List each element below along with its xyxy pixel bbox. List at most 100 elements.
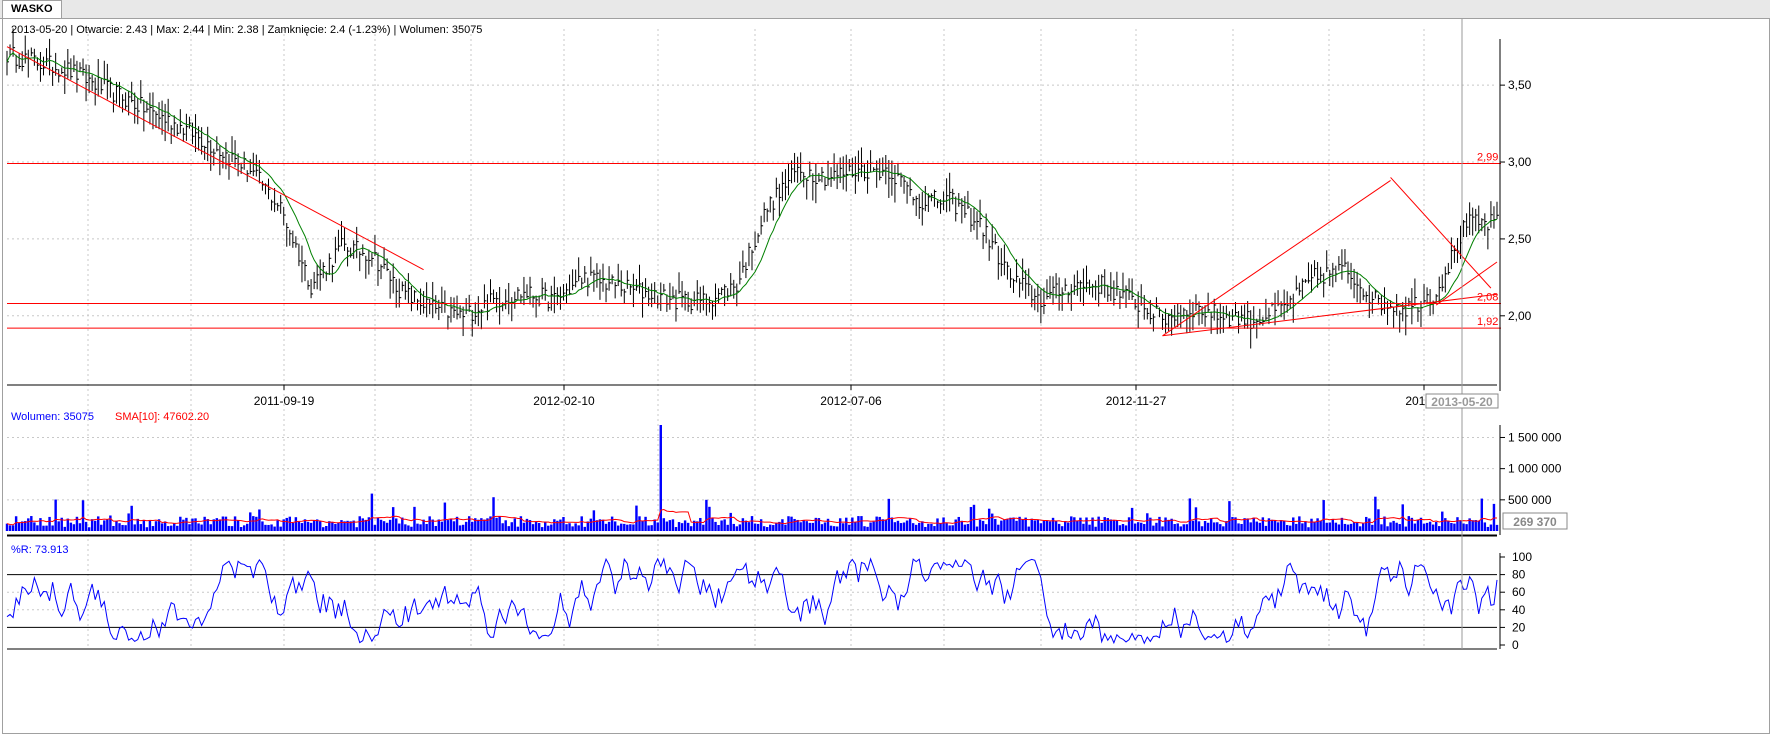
volume-bar xyxy=(1030,518,1033,531)
volume-bar xyxy=(69,522,73,531)
volume-bar xyxy=(203,516,206,531)
volume-bar xyxy=(1085,517,1088,531)
volume-bar xyxy=(547,525,550,531)
volume-bar xyxy=(1240,524,1243,531)
volume-bar xyxy=(312,520,316,531)
volume-bar xyxy=(1282,520,1286,531)
volume-bar xyxy=(674,527,678,531)
volume-bar xyxy=(586,521,590,531)
volume-bar xyxy=(927,523,930,531)
volume-bar xyxy=(680,523,684,531)
volume-bar xyxy=(936,518,939,531)
volume-bar xyxy=(1422,523,1426,531)
volume-bar xyxy=(1489,524,1493,531)
volume-bar xyxy=(133,524,136,531)
volume-bar xyxy=(1076,520,1079,531)
volume-bar xyxy=(142,520,146,531)
volume-bar xyxy=(1036,519,1040,531)
volume-bar xyxy=(1428,521,1432,531)
volume-bar xyxy=(1185,524,1189,531)
volume-bar xyxy=(878,516,881,531)
volume-bar xyxy=(118,523,121,531)
volume-bar xyxy=(27,518,30,531)
volume-bar xyxy=(1413,523,1417,531)
tab-bar: WASKO xyxy=(0,0,1770,19)
volume-bar xyxy=(1328,522,1331,531)
volume-bar xyxy=(1374,496,1377,531)
volume-bar xyxy=(729,512,732,531)
volume-bar xyxy=(331,521,334,531)
volume-bar xyxy=(242,525,246,531)
volume-bar xyxy=(1133,523,1137,531)
volume-bar xyxy=(1279,520,1283,531)
volume-bar xyxy=(1365,516,1368,531)
volume-bar xyxy=(1237,523,1240,531)
volume-bar xyxy=(48,516,51,531)
volume-bar xyxy=(1383,516,1386,531)
volume-bar xyxy=(1334,522,1338,531)
volume-bar xyxy=(124,525,127,531)
volume-bar xyxy=(981,520,985,531)
volume-bar xyxy=(686,522,690,531)
volume-bar xyxy=(1063,521,1067,531)
volume-bar xyxy=(963,524,967,531)
volume-bar xyxy=(395,518,398,531)
volume-bar xyxy=(127,513,130,531)
volume-bar xyxy=(33,522,36,531)
volume-bar xyxy=(467,516,471,531)
volume-bar xyxy=(969,507,973,531)
level-line-label: 2,99 xyxy=(1477,152,1498,164)
volume-bar xyxy=(1337,524,1341,531)
volume-bar xyxy=(635,505,638,531)
volume-bar xyxy=(732,523,735,531)
volume-bar xyxy=(1495,524,1499,531)
x-tick-label: 2012-11-27 xyxy=(1106,394,1167,408)
volume-bar xyxy=(233,516,237,531)
volume-bar xyxy=(1057,523,1061,531)
volume-bar xyxy=(1161,526,1164,531)
volume-bar xyxy=(97,516,100,531)
volume-bar xyxy=(11,525,15,531)
volume-bar xyxy=(109,515,112,531)
volume-bar xyxy=(1182,524,1186,531)
volume-bar xyxy=(54,499,57,531)
tab-wasko[interactable]: WASKO xyxy=(2,0,62,19)
volume-bar xyxy=(1039,523,1043,531)
volume-bar xyxy=(270,524,273,531)
volume-bar xyxy=(1474,520,1477,531)
volume-bar xyxy=(1310,518,1313,531)
volume-bar xyxy=(492,497,495,531)
trend-line xyxy=(1162,293,1498,337)
volume-bar xyxy=(1118,525,1122,531)
volume-bar xyxy=(1000,520,1003,531)
volume-bar xyxy=(1444,518,1447,531)
volume-bar xyxy=(1462,523,1465,531)
level-line-label: 1,92 xyxy=(1477,316,1498,328)
volume-bar xyxy=(896,520,900,531)
volume-bar xyxy=(887,498,891,531)
volume-bar xyxy=(1386,526,1389,531)
volume-bar xyxy=(820,524,824,531)
volume-bar xyxy=(440,521,444,531)
volume-bar xyxy=(699,517,702,531)
volume-bar xyxy=(1270,519,1274,531)
price-y-tick-label: 2,50 xyxy=(1508,232,1532,246)
volume-bar xyxy=(236,520,240,531)
volume-bar xyxy=(604,523,608,531)
volume-bar xyxy=(382,521,386,531)
volume-bar xyxy=(738,524,742,531)
volume-bar xyxy=(942,517,945,531)
volume-bar xyxy=(948,525,951,531)
volume-bar xyxy=(775,522,778,531)
volume-bar xyxy=(230,526,234,531)
volume-bar xyxy=(1209,518,1213,531)
volume-bar xyxy=(176,525,179,531)
volume-bar xyxy=(647,525,650,531)
volume-bar xyxy=(404,524,407,531)
volume-bar xyxy=(641,520,644,531)
volume-bar xyxy=(607,521,611,531)
volume-bar xyxy=(252,516,255,531)
volume-bar xyxy=(1404,526,1407,531)
volume-bar xyxy=(610,516,614,531)
volume-bar xyxy=(1060,526,1064,531)
